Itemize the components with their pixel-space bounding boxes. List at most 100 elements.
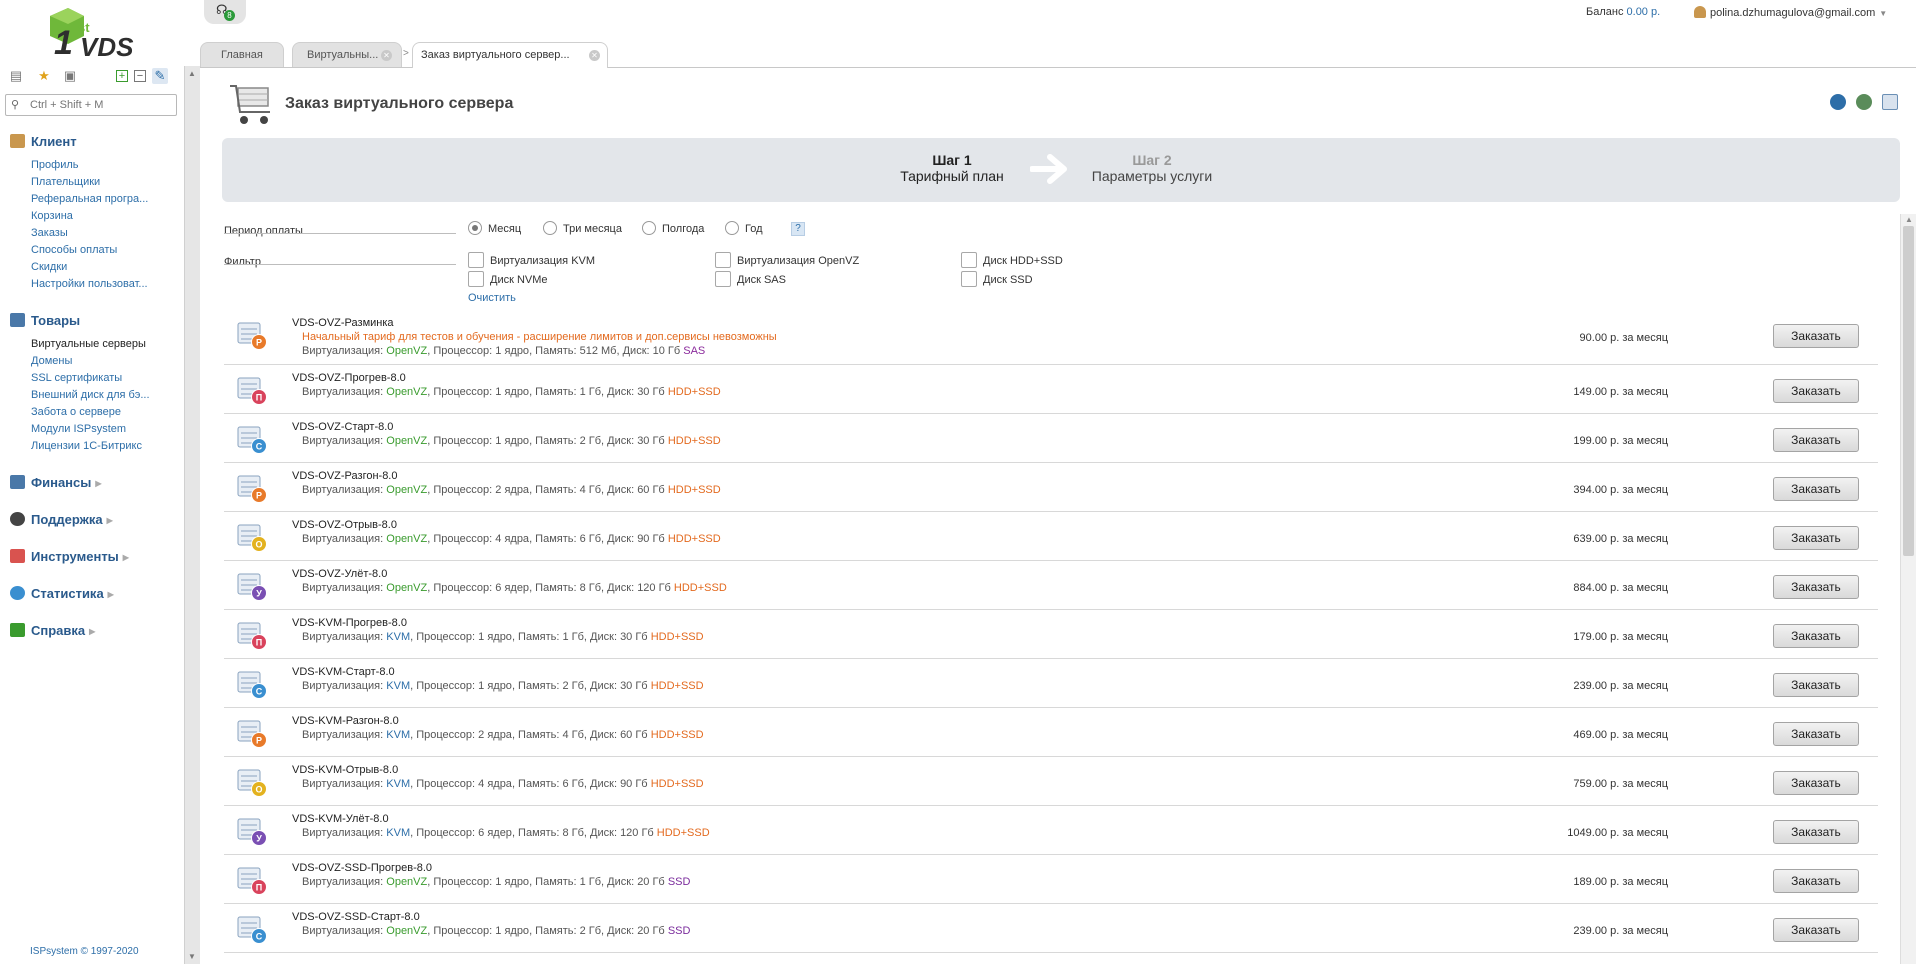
order-button[interactable]: Заказать bbox=[1773, 624, 1859, 648]
checkbox-box[interactable] bbox=[715, 271, 731, 287]
sidebar-scrollbar[interactable]: ▲ ▼ bbox=[184, 66, 200, 964]
checkbox-box[interactable] bbox=[961, 252, 977, 268]
nav-item-orders[interactable]: Заказы bbox=[31, 227, 68, 239]
balance-value[interactable]: 0.00 р. bbox=[1627, 6, 1661, 18]
filter-nvme-checkbox[interactable]: Диск NVMe bbox=[468, 271, 548, 287]
nav-group-statistics[interactable]: Статистика ▶ bbox=[10, 586, 114, 601]
spec-label: , Память: bbox=[529, 533, 580, 545]
period-halfyear-radio[interactable]: Полгода bbox=[642, 221, 704, 235]
nav-item-ssl[interactable]: SSL сертификаты bbox=[31, 372, 122, 384]
nav-item-domains[interactable]: Домены bbox=[31, 355, 72, 367]
plan-cpu: 1 ядро bbox=[495, 925, 530, 937]
nav-group-finance[interactable]: Финансы ▶ bbox=[10, 475, 102, 490]
briefcase-icon[interactable]: ▣ bbox=[62, 68, 78, 84]
nav-item-ispsystem-modules[interactable]: Модули ISPsystem bbox=[31, 423, 126, 435]
refresh-icon[interactable] bbox=[1830, 94, 1846, 110]
period-year-radio[interactable]: Год bbox=[725, 221, 763, 235]
spec-label: Виртуализация: bbox=[302, 827, 387, 839]
radio-circle[interactable] bbox=[642, 221, 656, 235]
plan-disk: 60 Гб bbox=[620, 729, 648, 741]
nav-item-backup-disk[interactable]: Внешний диск для бэ... bbox=[31, 389, 150, 401]
tree-view-icon[interactable]: ▤ bbox=[8, 68, 24, 84]
order-button[interactable]: Заказать bbox=[1773, 324, 1859, 348]
collapse-all-icon[interactable]: − bbox=[134, 70, 146, 82]
plan-cpu: 1 ядро bbox=[495, 435, 530, 447]
filter-sas-checkbox[interactable]: Диск SAS bbox=[715, 271, 786, 287]
tab-order-vds[interactable]: Заказ виртуального сервер... ✕ bbox=[412, 42, 608, 68]
nav-item-bitrix-licenses[interactable]: Лицензии 1С-Битрикс bbox=[31, 440, 142, 452]
nav-item-user-settings[interactable]: Настройки пользоват... bbox=[31, 278, 148, 290]
nav-item-payment-methods[interactable]: Способы оплаты bbox=[31, 244, 117, 256]
period-month-radio[interactable]: Месяц bbox=[468, 221, 521, 235]
filter-openvz-checkbox[interactable]: Виртуализация OpenVZ bbox=[715, 252, 859, 268]
order-button[interactable]: Заказать bbox=[1773, 771, 1859, 795]
spec-label: , Диск: bbox=[616, 345, 653, 357]
order-button[interactable]: Заказать bbox=[1773, 379, 1859, 403]
filter-kvm-checkbox[interactable]: Виртуализация KVM bbox=[468, 252, 595, 268]
nav-item-payers[interactable]: Плательщики bbox=[31, 176, 100, 188]
scroll-up-icon[interactable]: ▲ bbox=[188, 69, 196, 78]
user-menu[interactable]: polina.dzhumagulova@gmail.com ▼ bbox=[1694, 6, 1887, 19]
api-icon[interactable] bbox=[1882, 94, 1898, 110]
filter-hdd-ssd-checkbox[interactable]: Диск HDD+SSD bbox=[961, 252, 1063, 268]
expand-all-icon[interactable]: + bbox=[116, 70, 128, 82]
order-button[interactable]: Заказать bbox=[1773, 526, 1859, 550]
plan-disk: 20 Гб bbox=[637, 876, 665, 888]
spec-label: , Память: bbox=[529, 345, 580, 357]
favorites-star-icon[interactable]: ★ bbox=[36, 68, 52, 84]
order-button[interactable]: Заказать bbox=[1773, 673, 1859, 697]
nav-item-cart[interactable]: Корзина bbox=[31, 210, 73, 222]
main-scrollbar[interactable]: ▲ bbox=[1900, 214, 1916, 964]
server-plan-icon: П bbox=[237, 622, 267, 650]
globe-icon[interactable] bbox=[1856, 94, 1872, 110]
checkbox-box[interactable] bbox=[961, 271, 977, 287]
order-button[interactable]: Заказать bbox=[1773, 477, 1859, 501]
nav-group-tools[interactable]: Инструменты ▶ bbox=[10, 549, 129, 564]
nav-item-virtual-servers[interactable]: Виртуальные серверы bbox=[31, 338, 146, 350]
plan-cpu: 6 ядер bbox=[495, 582, 530, 594]
radio-circle[interactable] bbox=[543, 221, 557, 235]
nav-item-profile[interactable]: Профиль bbox=[31, 159, 79, 171]
nav-item-referral[interactable]: Реферальная програ... bbox=[31, 193, 148, 205]
plan-virtualization: OpenVZ bbox=[386, 386, 428, 398]
filter-ssd-checkbox[interactable]: Диск SSD bbox=[961, 271, 1033, 287]
scroll-up-icon[interactable]: ▲ bbox=[1905, 215, 1913, 224]
radio-circle[interactable] bbox=[725, 221, 739, 235]
scroll-down-icon[interactable]: ▼ bbox=[188, 952, 196, 961]
order-button[interactable]: Заказать bbox=[1773, 869, 1859, 893]
server-plan-icon: Р bbox=[237, 475, 267, 503]
nav-group-help[interactable]: Справка ▶ bbox=[10, 623, 95, 638]
close-tab-icon[interactable]: ✕ bbox=[381, 50, 392, 61]
plan-name: VDS-OVZ-Разминка bbox=[292, 317, 394, 329]
nav-item-discounts[interactable]: Скидки bbox=[31, 261, 67, 273]
order-button[interactable]: Заказать bbox=[1773, 722, 1859, 746]
order-button[interactable]: Заказать bbox=[1773, 918, 1859, 942]
checkbox-box[interactable] bbox=[715, 252, 731, 268]
nav-group-products[interactable]: Товары bbox=[10, 313, 80, 328]
menu-search-input[interactable] bbox=[28, 97, 173, 113]
plan-memory: 8 Гб bbox=[579, 582, 602, 594]
copyright[interactable]: ISPsystem © 1997-2020 bbox=[30, 946, 139, 957]
cart-icon bbox=[10, 313, 25, 327]
logo[interactable]: 1 st VDS bbox=[44, 6, 154, 60]
checkbox-box[interactable] bbox=[468, 271, 484, 287]
order-button[interactable]: Заказать bbox=[1773, 820, 1859, 844]
nav-group-client[interactable]: Клиент bbox=[10, 134, 77, 149]
help-button[interactable]: ? bbox=[791, 222, 805, 236]
clear-filters-link[interactable]: Очистить bbox=[468, 292, 516, 304]
checkbox-box[interactable] bbox=[468, 252, 484, 268]
nav-group-support[interactable]: Поддержка ▶ bbox=[10, 512, 113, 527]
plan-disk: 10 Гб bbox=[652, 345, 681, 357]
order-button[interactable]: Заказать bbox=[1773, 428, 1859, 452]
radio-circle[interactable] bbox=[468, 221, 482, 235]
notifications-button[interactable]: ☊ 8 bbox=[204, 0, 246, 24]
scroll-thumb[interactable] bbox=[1903, 226, 1914, 556]
menu-search[interactable]: ⚲ bbox=[5, 94, 177, 116]
nav-item-server-care[interactable]: Забота о сервере bbox=[31, 406, 121, 418]
tab-virtual-servers[interactable]: Виртуальны... ✕ bbox=[292, 42, 402, 67]
tab-home[interactable]: Главная bbox=[200, 42, 284, 67]
period-3months-radio[interactable]: Три месяца bbox=[543, 221, 622, 235]
close-tab-icon[interactable]: ✕ bbox=[589, 50, 600, 61]
order-button[interactable]: Заказать bbox=[1773, 575, 1859, 599]
pin-icon[interactable]: ✎ bbox=[152, 68, 168, 84]
